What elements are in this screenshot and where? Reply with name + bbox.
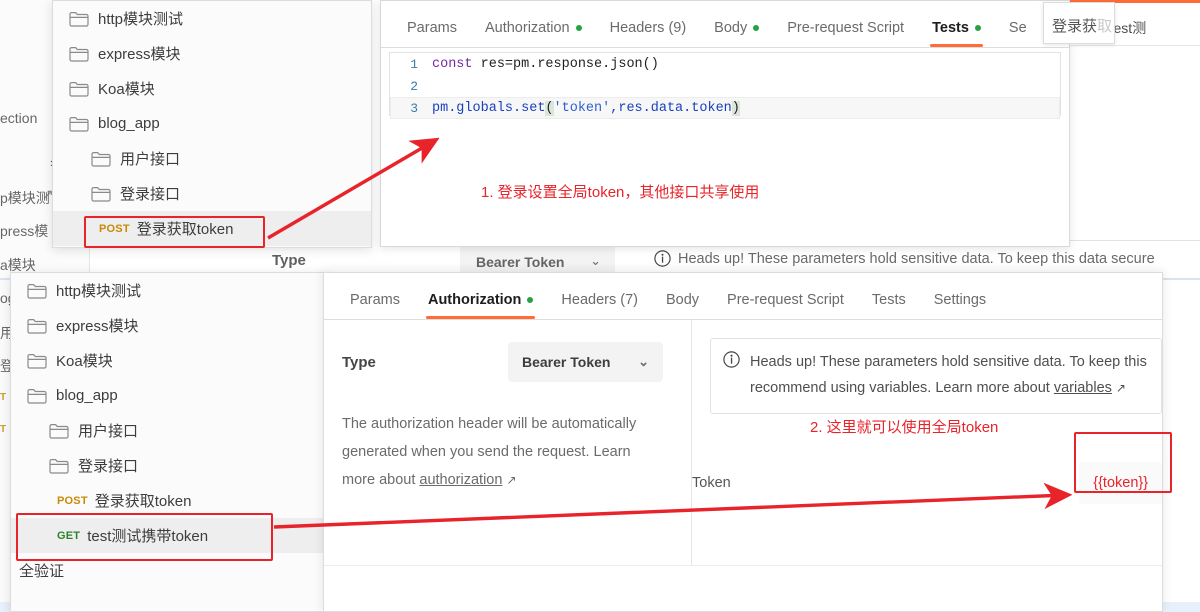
screenshot-root: ectionp模块测press模a模块og用登TT › ↗ Type Beare… — [0, 0, 1200, 612]
annotation-arrows — [267, 137, 1073, 529]
